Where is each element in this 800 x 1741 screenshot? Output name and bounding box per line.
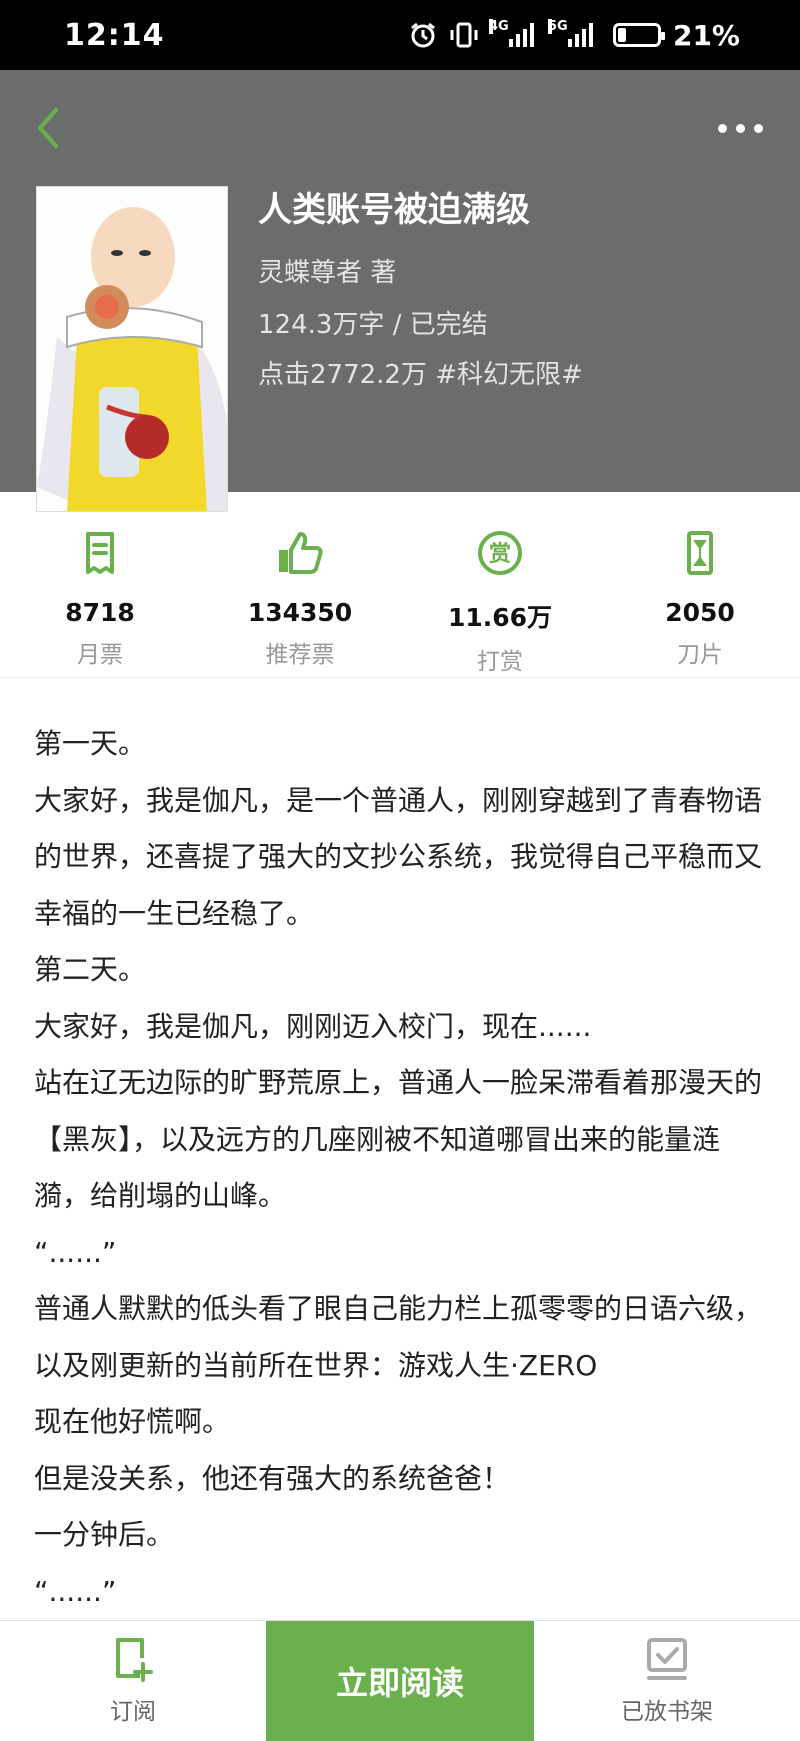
signal-5g-icon: 5G: [547, 19, 593, 47]
synopsis-line: 第一天。: [34, 727, 147, 760]
svg-text:赏: 赏: [489, 542, 511, 567]
monthly-ticket-icon: [86, 532, 114, 574]
book-clicks-tag: 点击2772.2万 #科幻无限#: [258, 360, 583, 390]
status-time: 12:14: [64, 17, 165, 53]
synopsis-line: 一分钟后。: [34, 1518, 175, 1551]
subscribe-label: 订阅: [110, 1699, 156, 1725]
net2-label: 5G: [547, 19, 568, 34]
book-cover[interactable]: [36, 186, 228, 512]
stat-label: 推荐票: [265, 642, 335, 668]
synopsis-line: “......”: [34, 1574, 117, 1608]
stat-value: 134350: [247, 598, 353, 627]
signal-4g-icon: 4G: [488, 19, 534, 47]
book-synopsis: 第一天。 大家好，我是伽凡，是一个普通人，刚刚穿越到了青春物语的世界，还喜提了强…: [34, 716, 764, 1620]
synopsis-line: 但是没关系，他还有强大的系统爸爸！: [34, 1461, 511, 1495]
chevron-left-icon: [37, 108, 58, 148]
reward-icon: 赏: [478, 531, 522, 575]
book-header: 人类账号被迫满级 灵蝶尊者 著 124.3万字 / 已完结 点击2772.2万 …: [0, 70, 800, 512]
battery-percent: 21%: [672, 18, 740, 52]
alarm-icon: [411, 22, 435, 48]
stat-recommend-ticket[interactable]: 134350 推荐票: [200, 492, 400, 677]
synopsis-line: 现在他好慌啊。: [34, 1405, 231, 1438]
synopsis-line: “......”: [34, 1235, 117, 1269]
subscribe-button[interactable]: 订阅: [0, 1621, 266, 1741]
more-button[interactable]: [710, 108, 770, 148]
bookshelf-check-icon: [647, 1638, 687, 1680]
bookshelf-label: 已放书架: [621, 1699, 713, 1725]
battery-fill: [617, 28, 626, 42]
stat-value: 2050: [665, 598, 735, 627]
stat-monthly-ticket[interactable]: 8718 月票: [0, 492, 200, 677]
synopsis-line: 大家好，我是伽凡，是一个普通人，刚刚穿越到了青春物语的世界，还喜提了强大的文抄公…: [34, 783, 763, 930]
back-button[interactable]: [30, 98, 70, 158]
thumbs-up-icon: [279, 532, 323, 574]
synopsis-line: 第二天。: [34, 953, 147, 986]
synopsis-line: 站在辽无边际的旷野荒原上，普通人一脸呆滞看着那漫天的【黑灰】，以及远方的几座刚被…: [34, 1066, 763, 1212]
synopsis-line: 普通人默默的低头看了眼自己能力栏上孤零零的日语六级，以及刚更新的当前所在世界：游…: [34, 1292, 763, 1382]
book-title: 人类账号被迫满级: [258, 190, 530, 230]
blade-icon: [687, 531, 713, 575]
cover-image: [37, 187, 227, 511]
subscribe-icon: [116, 1638, 153, 1682]
status-bar: 12:14 4G 5G 21%: [0, 0, 800, 70]
vibrate-icon: [450, 22, 478, 48]
stat-blade[interactable]: 2050 刀片: [600, 492, 800, 677]
book-author[interactable]: 灵蝶尊者 著: [258, 252, 396, 289]
stat-value: 8718: [65, 598, 135, 627]
stat-value: 11.66万: [447, 603, 553, 632]
more-dots-icon: [717, 123, 727, 133]
synopsis-line: 大家好，我是伽凡，刚刚迈入校门，现在......: [34, 1009, 592, 1043]
stats-row: 8718 月票 134350 推荐票 赏 11.66万 打赏 2050 刀片: [0, 492, 800, 678]
status-icons: 4G 5G 21%: [409, 19, 740, 52]
book-word-count: 124.3万字 / 已完结: [258, 310, 488, 340]
stat-reward[interactable]: 赏 11.66万 打赏: [400, 492, 600, 677]
battery-icon: [612, 23, 665, 47]
bottom-action-bar: 订阅 立即阅读 已放书架: [0, 1620, 800, 1741]
read-now-button[interactable]: 立即阅读: [266, 1621, 534, 1741]
stat-label: 月票: [77, 642, 123, 668]
bookshelf-button[interactable]: 已放书架: [534, 1621, 800, 1741]
stat-label: 刀片: [677, 642, 723, 668]
net1-label: 4G: [488, 19, 509, 34]
stat-label: 打赏: [477, 649, 523, 675]
